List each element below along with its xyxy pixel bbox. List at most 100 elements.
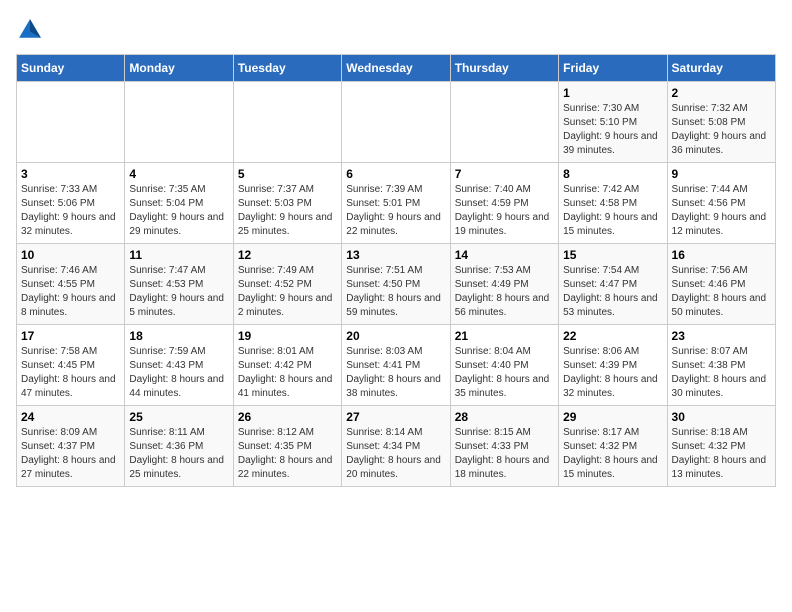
calendar-day-cell: [233, 82, 341, 163]
day-number: 1: [563, 86, 662, 100]
day-info: Sunrise: 8:11 AM Sunset: 4:36 PM Dayligh…: [129, 426, 228, 482]
day-info: Sunrise: 7:37 AM Sunset: 5:03 PM Dayligh…: [238, 183, 337, 239]
day-info: Sunrise: 7:58 AM Sunset: 4:45 PM Dayligh…: [21, 345, 120, 401]
day-number: 30: [672, 410, 771, 424]
calendar-day-cell: 18 Sunrise: 7:59 AM Sunset: 4:43 PM Dayli…: [125, 325, 233, 406]
day-info: Sunrise: 8:04 AM Sunset: 4:40 PM Dayligh…: [455, 345, 554, 401]
day-number: 27: [346, 410, 445, 424]
calendar-day-cell: 5 Sunrise: 7:37 AM Sunset: 5:03 PM Daylig…: [233, 163, 341, 244]
calendar-day-cell: 2Sunrise: 7:32 AM Sunset: 5:08 PM Daylig…: [667, 82, 775, 163]
calendar-day-cell: 30 Sunrise: 8:18 AM Sunset: 4:32 PM Dayli…: [667, 406, 775, 487]
calendar-day-cell: 29 Sunrise: 8:17 AM Sunset: 4:32 PM Dayli…: [559, 406, 667, 487]
calendar-day-cell: 25 Sunrise: 8:11 AM Sunset: 4:36 PM Dayli…: [125, 406, 233, 487]
day-info: Sunrise: 8:15 AM Sunset: 4:33 PM Dayligh…: [455, 426, 554, 482]
day-number: 10: [21, 248, 120, 262]
day-info: Sunrise: 7:30 AM Sunset: 5:10 PM Dayligh…: [563, 102, 662, 158]
calendar-day-cell: 11 Sunrise: 7:47 AM Sunset: 4:53 PM Dayli…: [125, 244, 233, 325]
day-info: Sunrise: 7:59 AM Sunset: 4:43 PM Dayligh…: [129, 345, 228, 401]
calendar-day-cell: 16 Sunrise: 7:56 AM Sunset: 4:46 PM Dayli…: [667, 244, 775, 325]
day-info: Sunrise: 7:39 AM Sunset: 5:01 PM Dayligh…: [346, 183, 445, 239]
day-info: Sunrise: 7:44 AM Sunset: 4:56 PM Dayligh…: [672, 183, 771, 239]
day-number: 29: [563, 410, 662, 424]
day-info: Sunrise: 8:07 AM Sunset: 4:38 PM Dayligh…: [672, 345, 771, 401]
day-info: Sunrise: 8:01 AM Sunset: 4:42 PM Dayligh…: [238, 345, 337, 401]
day-info: Sunrise: 7:49 AM Sunset: 4:52 PM Dayligh…: [238, 264, 337, 320]
calendar-day-cell: 12 Sunrise: 7:49 AM Sunset: 4:52 PM Dayli…: [233, 244, 341, 325]
day-info: Sunrise: 8:18 AM Sunset: 4:32 PM Dayligh…: [672, 426, 771, 482]
day-number: 15: [563, 248, 662, 262]
calendar-day-cell: 19 Sunrise: 8:01 AM Sunset: 4:42 PM Dayli…: [233, 325, 341, 406]
day-info: Sunrise: 7:51 AM Sunset: 4:50 PM Dayligh…: [346, 264, 445, 320]
day-number: 17: [21, 329, 120, 343]
day-number: 9: [672, 167, 771, 181]
weekday-header: Thursday: [450, 55, 558, 82]
day-number: 4: [129, 167, 228, 181]
day-info: Sunrise: 8:17 AM Sunset: 4:32 PM Dayligh…: [563, 426, 662, 482]
calendar-day-cell: 14Sunrise: 7:53 AM Sunset: 4:49 PM Dayli…: [450, 244, 558, 325]
calendar-week-row: 17 Sunrise: 7:58 AM Sunset: 4:45 PM Dayli…: [17, 325, 776, 406]
weekday-header: Sunday: [17, 55, 125, 82]
calendar-day-cell: [342, 82, 450, 163]
day-number: 20: [346, 329, 445, 343]
calendar-day-cell: 3Sunrise: 7:33 AM Sunset: 5:06 PM Daylig…: [17, 163, 125, 244]
day-number: 18: [129, 329, 228, 343]
calendar-week-row: 10 Sunrise: 7:46 AM Sunset: 4:55 PM Dayli…: [17, 244, 776, 325]
logo: [16, 16, 48, 44]
day-number: 7: [455, 167, 554, 181]
day-info: Sunrise: 7:56 AM Sunset: 4:46 PM Dayligh…: [672, 264, 771, 320]
calendar-day-cell: 21 Sunrise: 8:04 AM Sunset: 4:40 PM Dayli…: [450, 325, 558, 406]
day-info: Sunrise: 8:03 AM Sunset: 4:41 PM Dayligh…: [346, 345, 445, 401]
day-info: Sunrise: 7:40 AM Sunset: 4:59 PM Dayligh…: [455, 183, 554, 239]
calendar-day-cell: 17 Sunrise: 7:58 AM Sunset: 4:45 PM Dayli…: [17, 325, 125, 406]
calendar-week-row: 3Sunrise: 7:33 AM Sunset: 5:06 PM Daylig…: [17, 163, 776, 244]
day-info: Sunrise: 7:53 AM Sunset: 4:49 PM Dayligh…: [455, 264, 554, 320]
calendar-day-cell: 22Sunrise: 8:06 AM Sunset: 4:39 PM Dayli…: [559, 325, 667, 406]
calendar-day-cell: 8 Sunrise: 7:42 AM Sunset: 4:58 PM Daylig…: [559, 163, 667, 244]
weekday-header: Tuesday: [233, 55, 341, 82]
weekday-header: Friday: [559, 55, 667, 82]
calendar-day-cell: [125, 82, 233, 163]
day-number: 28: [455, 410, 554, 424]
calendar-day-cell: [17, 82, 125, 163]
day-number: 11: [129, 248, 228, 262]
day-info: Sunrise: 7:46 AM Sunset: 4:55 PM Dayligh…: [21, 264, 120, 320]
day-info: Sunrise: 7:42 AM Sunset: 4:58 PM Dayligh…: [563, 183, 662, 239]
day-number: 5: [238, 167, 337, 181]
calendar-day-cell: 27 Sunrise: 8:14 AM Sunset: 4:34 PM Dayli…: [342, 406, 450, 487]
calendar-day-cell: 1 Sunrise: 7:30 AM Sunset: 5:10 PM Daylig…: [559, 82, 667, 163]
weekday-header: Wednesday: [342, 55, 450, 82]
calendar-day-cell: 10 Sunrise: 7:46 AM Sunset: 4:55 PM Dayli…: [17, 244, 125, 325]
day-number: 16: [672, 248, 771, 262]
day-number: 25: [129, 410, 228, 424]
day-info: Sunrise: 7:54 AM Sunset: 4:47 PM Dayligh…: [563, 264, 662, 320]
calendar-day-cell: 4 Sunrise: 7:35 AM Sunset: 5:04 PM Daylig…: [125, 163, 233, 244]
day-info: Sunrise: 8:12 AM Sunset: 4:35 PM Dayligh…: [238, 426, 337, 482]
calendar-week-row: 24Sunrise: 8:09 AM Sunset: 4:37 PM Dayli…: [17, 406, 776, 487]
day-number: 13: [346, 248, 445, 262]
day-number: 24: [21, 410, 120, 424]
day-number: 26: [238, 410, 337, 424]
day-number: 19: [238, 329, 337, 343]
day-info: Sunrise: 7:33 AM Sunset: 5:06 PM Dayligh…: [21, 183, 120, 239]
weekday-header-row: SundayMondayTuesdayWednesdayThursdayFrid…: [17, 55, 776, 82]
calendar-day-cell: 24Sunrise: 8:09 AM Sunset: 4:37 PM Dayli…: [17, 406, 125, 487]
logo-icon: [16, 16, 44, 44]
page-header: [16, 16, 776, 44]
day-info: Sunrise: 7:47 AM Sunset: 4:53 PM Dayligh…: [129, 264, 228, 320]
day-number: 21: [455, 329, 554, 343]
calendar-day-cell: 20 Sunrise: 8:03 AM Sunset: 4:41 PM Dayli…: [342, 325, 450, 406]
day-number: 12: [238, 248, 337, 262]
day-info: Sunrise: 7:35 AM Sunset: 5:04 PM Dayligh…: [129, 183, 228, 239]
calendar-day-cell: 13 Sunrise: 7:51 AM Sunset: 4:50 PM Dayli…: [342, 244, 450, 325]
calendar-day-cell: 28 Sunrise: 8:15 AM Sunset: 4:33 PM Dayli…: [450, 406, 558, 487]
day-info: Sunrise: 8:14 AM Sunset: 4:34 PM Dayligh…: [346, 426, 445, 482]
calendar-day-cell: 7 Sunrise: 7:40 AM Sunset: 4:59 PM Daylig…: [450, 163, 558, 244]
calendar-day-cell: 23 Sunrise: 8:07 AM Sunset: 4:38 PM Dayli…: [667, 325, 775, 406]
day-number: 23: [672, 329, 771, 343]
calendar-week-row: 1 Sunrise: 7:30 AM Sunset: 5:10 PM Daylig…: [17, 82, 776, 163]
day-number: 8: [563, 167, 662, 181]
weekday-header: Saturday: [667, 55, 775, 82]
day-info: Sunrise: 8:06 AM Sunset: 4:39 PM Dayligh…: [563, 345, 662, 401]
calendar-day-cell: [450, 82, 558, 163]
calendar-day-cell: 26 Sunrise: 8:12 AM Sunset: 4:35 PM Dayli…: [233, 406, 341, 487]
